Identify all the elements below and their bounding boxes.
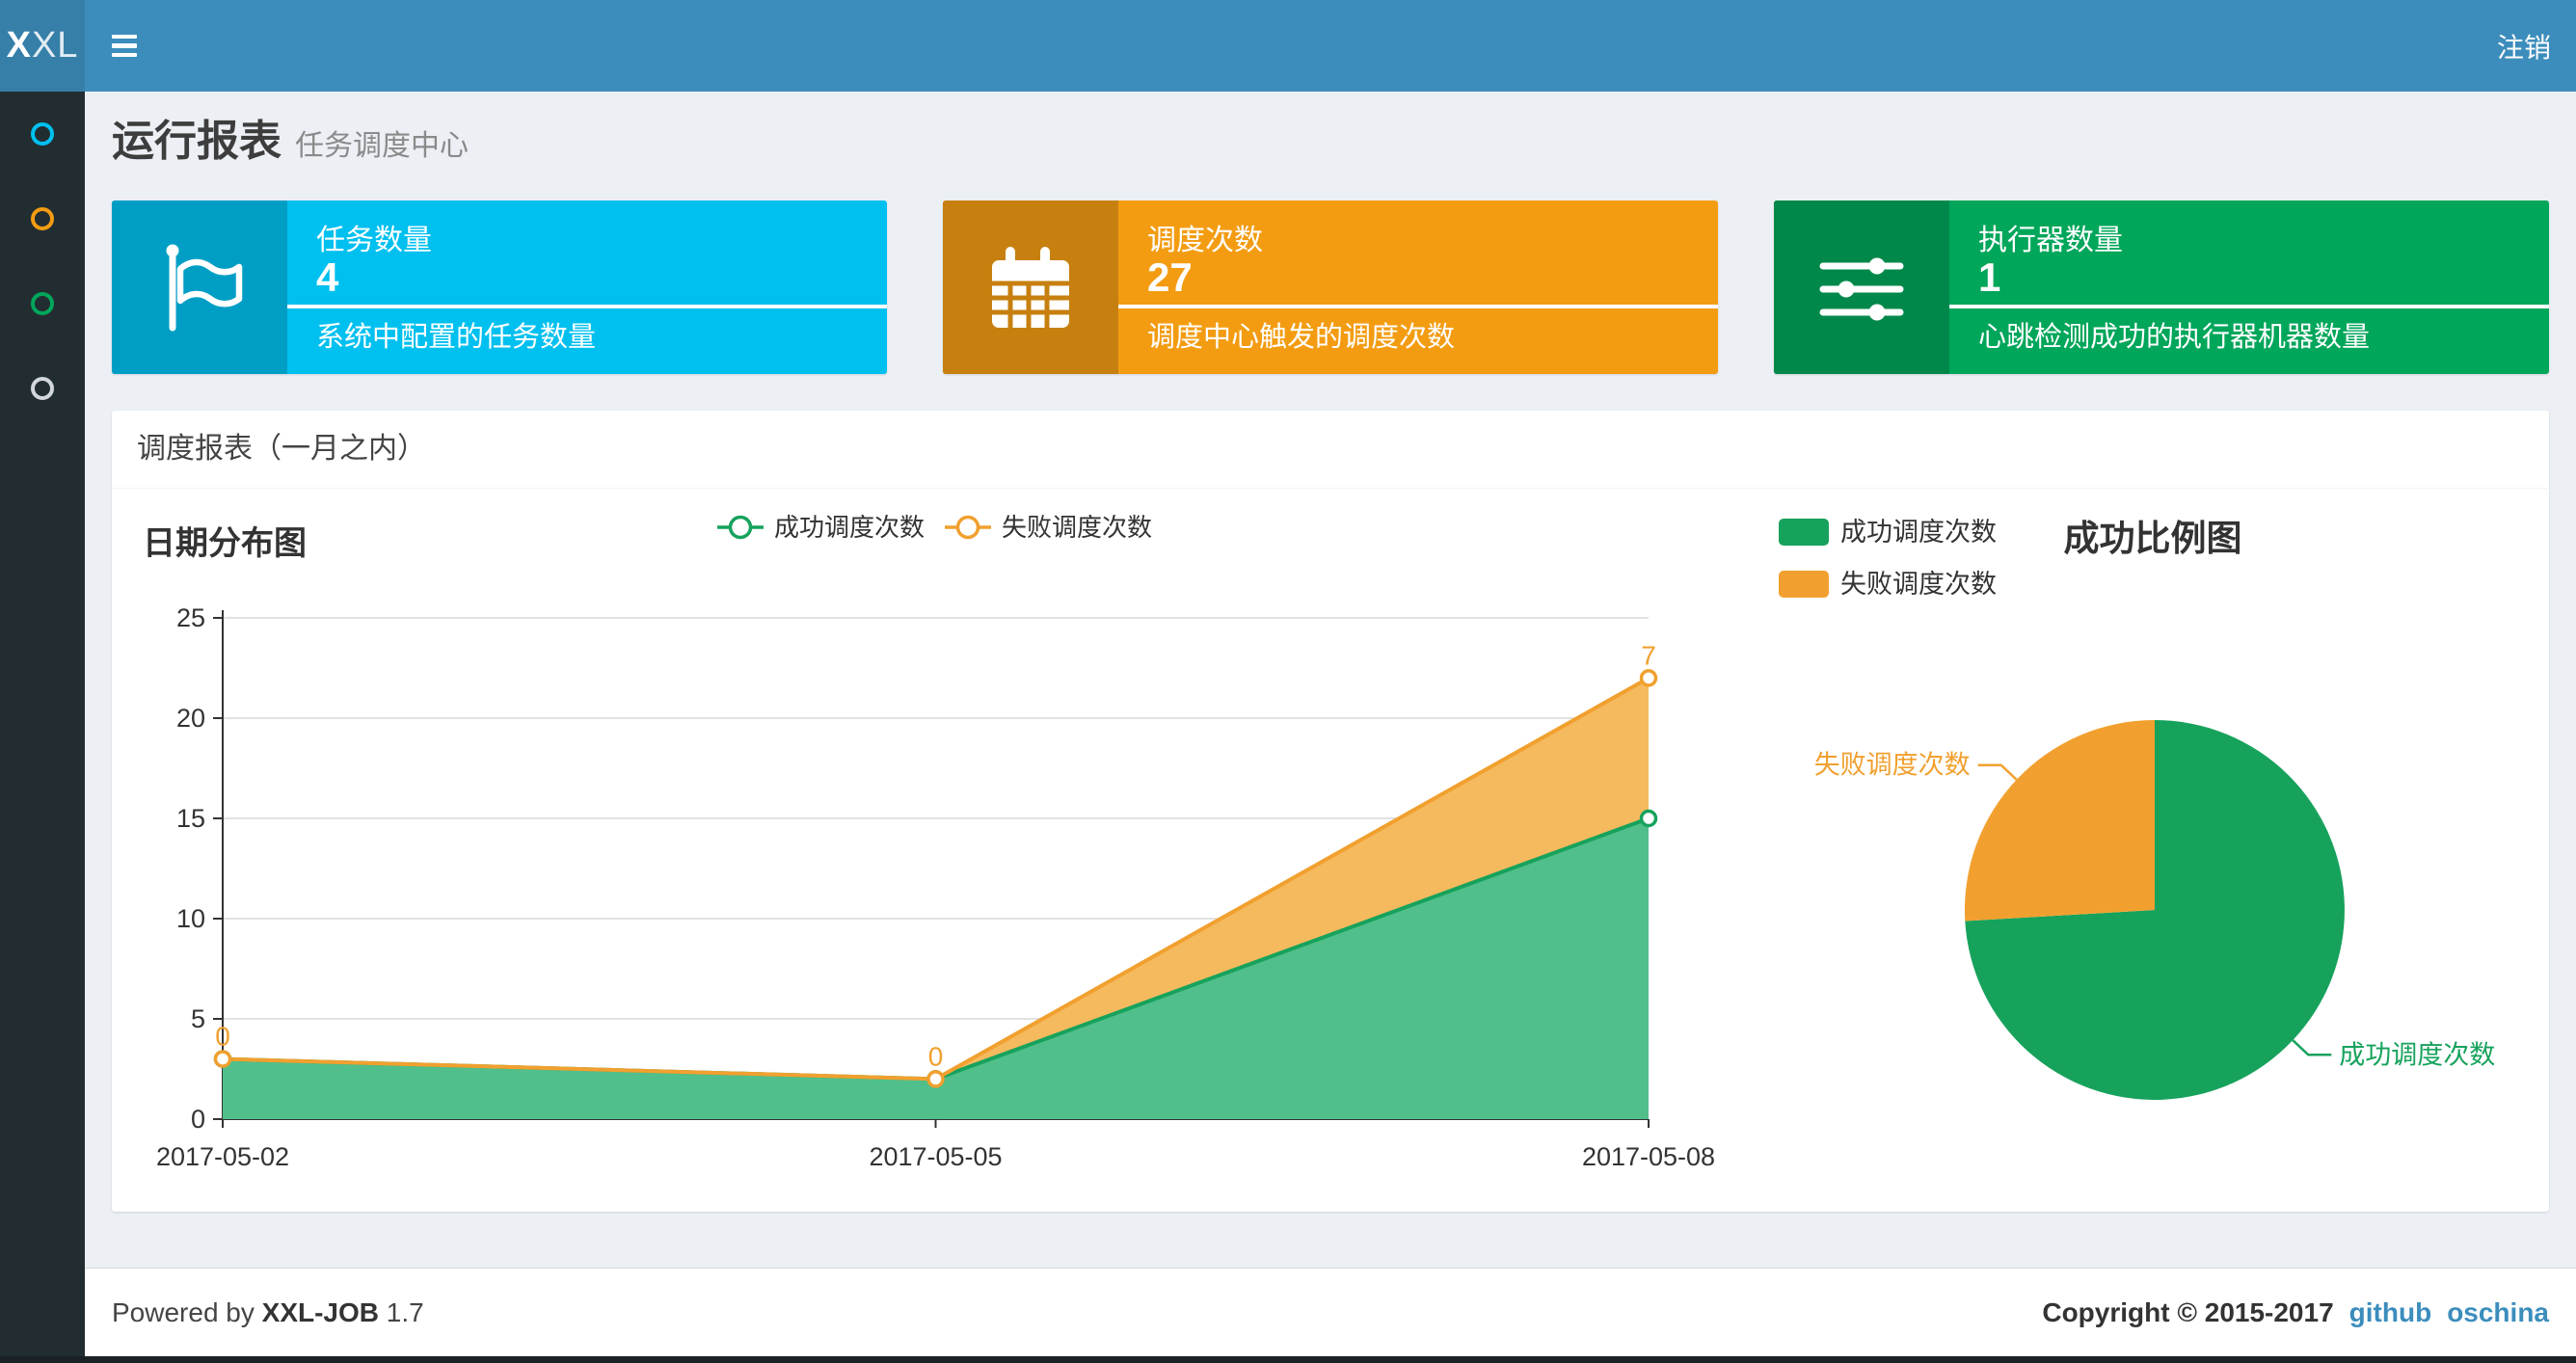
circle-outline-icon bbox=[31, 122, 54, 146]
content-header: 运行报表 任务调度中心 bbox=[112, 92, 2549, 200]
svg-text:2017-05-02: 2017-05-02 bbox=[156, 1142, 289, 1171]
footer-right: Copyright © 2015-2017 github oschina bbox=[2042, 1297, 2549, 1328]
svg-text:0: 0 bbox=[928, 1041, 944, 1071]
product-version: 1.7 bbox=[386, 1296, 424, 1327]
sidebar-toggle-button[interactable] bbox=[85, 0, 164, 92]
calendar-icon bbox=[943, 200, 1118, 374]
report-panel-body: 0 5 10 15 20 25 2017-05-02 2017-05-05 2017-05-08… bbox=[112, 489, 2549, 1212]
copyright-text: Copyright © 2015-2017 bbox=[2042, 1296, 2334, 1327]
stat-card-description: 心跳检测成功的执行器机器数量 bbox=[1978, 322, 2371, 353]
stat-card-label: 执行器数量 bbox=[1978, 225, 2123, 256]
svg-text:失败调度次数: 失败调度次数 bbox=[1840, 570, 1997, 599]
page-footer: Powered by XXL-JOB 1.7 Copyright © 2015-… bbox=[85, 1268, 2576, 1356]
logout-link[interactable]: 注销 bbox=[2472, 0, 2576, 92]
svg-text:20: 20 bbox=[176, 704, 205, 733]
main-content: 运行报表 任务调度中心 任务数量 4 系统中配置的任务数量 调度次数 27 调度… bbox=[85, 92, 2576, 1356]
svg-text:15: 15 bbox=[176, 804, 205, 833]
bottom-edge-strip bbox=[0, 1356, 2576, 1363]
github-link[interactable]: github bbox=[2349, 1297, 2432, 1328]
logo[interactable]: X XL bbox=[0, 0, 85, 92]
svg-text:成功调度次数: 成功调度次数 bbox=[2339, 1040, 2495, 1069]
stat-card-label: 任务数量 bbox=[316, 225, 432, 256]
stat-card-jobs: 任务数量 4 系统中配置的任务数量 bbox=[112, 200, 887, 374]
stat-card-description: 调度中心触发的调度次数 bbox=[1147, 322, 1456, 353]
stat-card-value: 4 bbox=[316, 254, 339, 300]
logo-text-bold: X bbox=[6, 25, 32, 66]
circle-outline-icon bbox=[31, 377, 54, 400]
sidebar-item-3[interactable] bbox=[0, 261, 85, 346]
stat-cards-row: 任务数量 4 系统中配置的任务数量 调度次数 27 调度中心触发的调度次数 执行… bbox=[112, 200, 2549, 374]
svg-text:失败调度次数: 失败调度次数 bbox=[1814, 751, 1971, 780]
stat-card-description: 系统中配置的任务数量 bbox=[316, 322, 597, 353]
flag-icon bbox=[112, 200, 287, 374]
svg-text:失败调度次数: 失败调度次数 bbox=[1002, 513, 1152, 542]
svg-text:2017-05-05: 2017-05-05 bbox=[869, 1142, 1002, 1171]
stat-card-value: 1 bbox=[1978, 254, 2001, 300]
sidebar bbox=[0, 92, 85, 1363]
sidebar-item-1[interactable] bbox=[0, 92, 85, 176]
page-subtitle: 任务调度中心 bbox=[295, 130, 469, 162]
svg-text:成功比例图: 成功比例图 bbox=[2064, 519, 2242, 558]
powered-by-prefix: Powered by bbox=[112, 1296, 255, 1327]
hamburger-icon bbox=[112, 52, 137, 58]
svg-text:0: 0 bbox=[191, 1105, 205, 1134]
circle-outline-icon bbox=[31, 292, 54, 315]
product-name: XXL-JOB bbox=[261, 1296, 380, 1327]
powered-by-text: Powered by XXL-JOB 1.7 bbox=[112, 1297, 424, 1328]
svg-text:成功调度次数: 成功调度次数 bbox=[1840, 518, 1997, 547]
report-panel-title: 调度报表（一月之内） bbox=[112, 411, 2549, 489]
svg-text:25: 25 bbox=[176, 603, 205, 632]
svg-text:0: 0 bbox=[215, 1022, 230, 1052]
hamburger-icon bbox=[112, 43, 137, 48]
navbar-spacer bbox=[164, 0, 2472, 92]
hamburger-icon bbox=[112, 34, 137, 40]
report-panel: 调度报表（一月之内） 0 5 10 15 20 25 2017-05-02 2017-05-0… bbox=[112, 411, 2549, 1212]
app-window: X XL 注销 运行报表 任务调度中心 任务数量 4 系统中配置的任务数量 调度… bbox=[0, 0, 2576, 1363]
page-title: 运行报表 bbox=[112, 118, 282, 165]
svg-text:10: 10 bbox=[176, 904, 205, 933]
svg-text:5: 5 bbox=[191, 1004, 205, 1033]
sidebar-item-2[interactable] bbox=[0, 176, 85, 261]
logo-text-light: XL bbox=[31, 25, 79, 66]
charts-canvas: 05101520252017-05-02 2017-05-05 2017-05-08… bbox=[143, 513, 2495, 1171]
svg-text:7: 7 bbox=[1641, 640, 1656, 670]
svg-text:2017-05-08: 2017-05-08 bbox=[1582, 1142, 1715, 1171]
svg-text:日期分布图: 日期分布图 bbox=[143, 525, 307, 562]
circle-outline-icon bbox=[31, 207, 54, 230]
stat-card-triggers: 调度次数 27 调度中心触发的调度次数 bbox=[943, 200, 1718, 374]
sliders-icon bbox=[1774, 200, 1949, 374]
sidebar-item-4[interactable] bbox=[0, 346, 85, 431]
stat-card-executors: 执行器数量 1 心跳检测成功的执行器机器数量 bbox=[1774, 200, 2549, 374]
stat-card-value: 27 bbox=[1147, 254, 1193, 300]
oschina-link[interactable]: oschina bbox=[2447, 1297, 2549, 1328]
svg-text:成功调度次数: 成功调度次数 bbox=[774, 513, 925, 542]
top-navbar: X XL 注销 bbox=[0, 0, 2576, 92]
stat-card-label: 调度次数 bbox=[1147, 225, 1263, 256]
